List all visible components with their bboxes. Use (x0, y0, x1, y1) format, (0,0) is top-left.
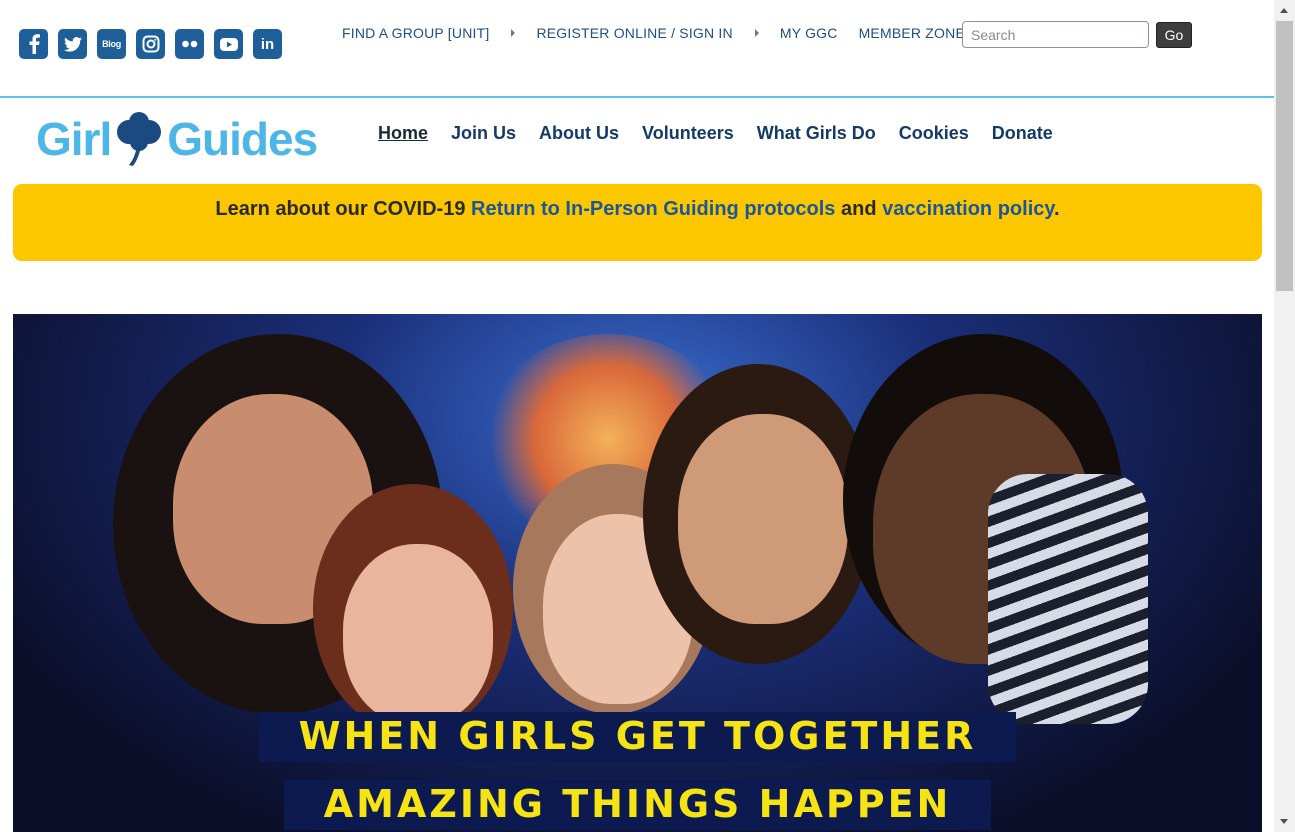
instagram-icon[interactable] (136, 29, 165, 59)
nav-join-us[interactable]: Join Us (451, 123, 516, 144)
nav-donate[interactable]: Donate (992, 123, 1053, 144)
social-links: Blog in (19, 29, 282, 59)
my-ggc-link[interactable]: MY GGC (780, 25, 838, 41)
hero-caption-line-1: WHEN GIRLS GET TOGETHER (13, 712, 1262, 762)
hero-caption-line-2: AMAZING THINGS HAPPEN (13, 780, 1262, 830)
nav-cookies[interactable]: Cookies (899, 123, 969, 144)
hero-image: WHEN GIRLS GET TOGETHER AMAZING THINGS H… (13, 314, 1262, 832)
nav-about-us[interactable]: About Us (539, 123, 619, 144)
scrollbar-thumb[interactable] (1276, 21, 1293, 291)
vaccination-policy-link[interactable]: vaccination policy (882, 198, 1054, 220)
logo-word-guides: Guides (167, 113, 318, 165)
linkedin-icon-label: in (260, 35, 275, 53)
arrow-right-icon (511, 29, 516, 37)
search-input[interactable] (962, 21, 1149, 48)
member-zone-link[interactable]: MEMBER ZONE (859, 25, 965, 41)
page-scrollbar[interactable] (1274, 0, 1295, 832)
scroll-down-icon[interactable] (1280, 819, 1288, 824)
arrow-right-icon (754, 29, 759, 37)
alert-prefix: Learn about our COVID-19 (215, 198, 471, 220)
hero-girl-2-face (343, 544, 493, 724)
girl-guides-logo[interactable]: Girl Guides (36, 112, 318, 166)
hero-caption-1-text: WHEN GIRLS GET TOGETHER (258, 712, 1017, 762)
blog-icon-label: Blog (102, 39, 121, 49)
header-divider (0, 96, 1274, 98)
twitter-icon[interactable] (58, 29, 87, 59)
logo-word-girl: Girl (36, 113, 112, 165)
alert-suffix: . (1054, 198, 1060, 220)
hero-striped-sleeve (988, 474, 1148, 724)
return-protocols-link[interactable]: Return to In-Person Guiding protocols (471, 198, 835, 220)
scroll-up-icon[interactable] (1280, 8, 1288, 13)
youtube-icon[interactable] (214, 29, 243, 59)
covid-alert-banner: Learn about our COVID-19 Return to In-Pe… (13, 184, 1262, 261)
flickr-icon[interactable] (175, 29, 204, 59)
utility-nav: FIND A GROUP [UNIT] REGISTER ONLINE / SI… (342, 25, 965, 41)
main-nav: Home Join Us About Us Volunteers What Gi… (378, 123, 1076, 144)
hero-girl-4-face (678, 414, 848, 624)
alert-middle: and (835, 198, 883, 220)
nav-what-girls-do[interactable]: What Girls Do (757, 123, 876, 144)
trefoil-icon (117, 112, 162, 166)
nav-home[interactable]: Home (378, 123, 428, 144)
search-go-button[interactable]: Go (1156, 22, 1192, 48)
linkedin-icon[interactable]: in (253, 29, 282, 59)
facebook-icon[interactable] (19, 29, 48, 59)
nav-volunteers[interactable]: Volunteers (642, 123, 734, 144)
blog-icon[interactable]: Blog (97, 29, 126, 59)
find-group-link[interactable]: FIND A GROUP [UNIT] (342, 25, 489, 41)
register-link[interactable]: REGISTER ONLINE / SIGN IN (536, 25, 732, 41)
hero-caption-2-text: AMAZING THINGS HAPPEN (283, 780, 992, 830)
